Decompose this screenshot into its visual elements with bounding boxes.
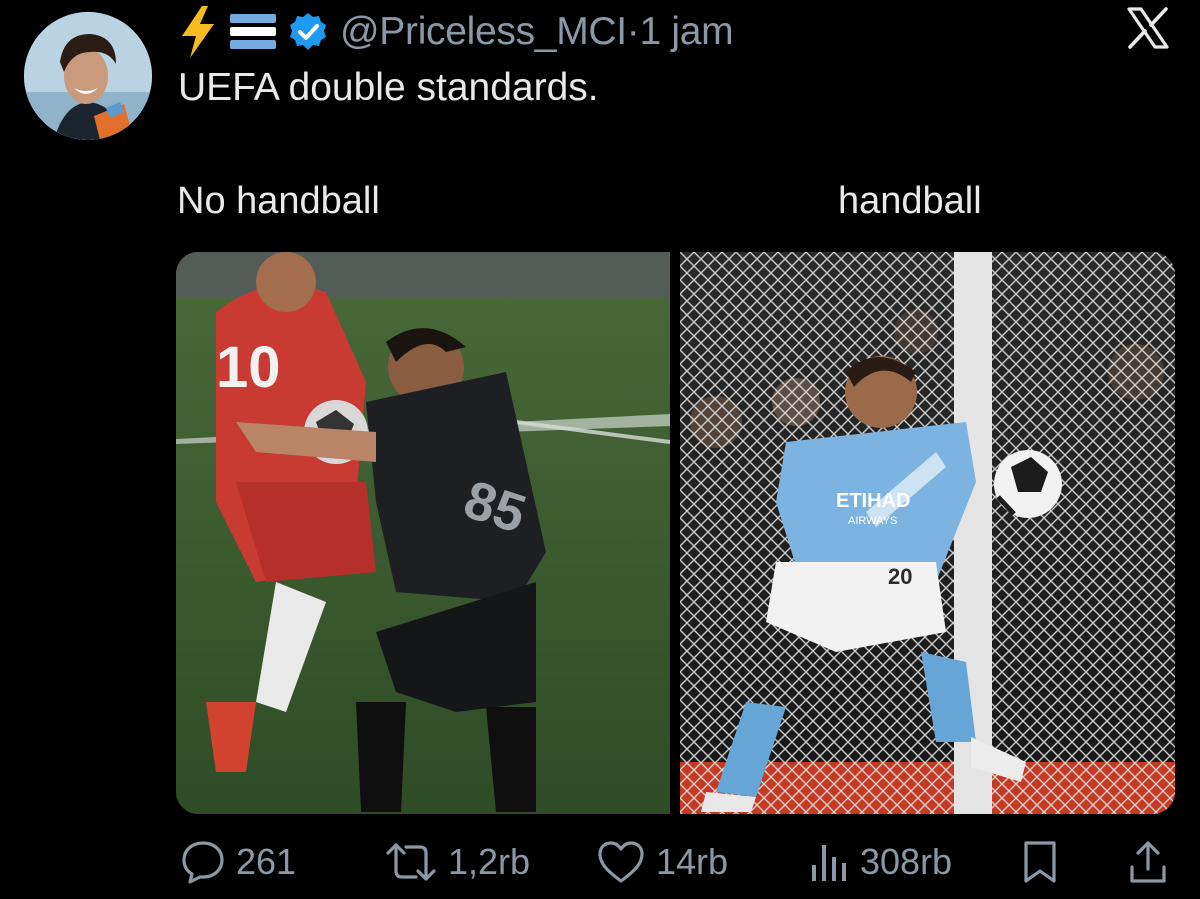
argentina-flag-icon — [230, 14, 276, 50]
right-caption: handball — [838, 180, 982, 222]
like-button[interactable]: 14rb — [596, 832, 728, 892]
x-logo-icon[interactable] — [1126, 6, 1170, 50]
lightning-icon — [178, 6, 218, 58]
reply-button[interactable]: 261 — [180, 832, 296, 892]
views-button[interactable]: 308rb — [808, 832, 952, 892]
post-text: UEFA double standards. — [178, 66, 599, 109]
reply-icon — [182, 841, 224, 884]
post-time[interactable]: 1 jam — [639, 10, 733, 53]
separator: · — [626, 10, 640, 53]
views-count: 308rb — [860, 841, 953, 882]
right-player-number: 20 — [888, 564, 912, 589]
repost-count: 1,2rb — [448, 841, 531, 882]
share-icon — [1130, 841, 1166, 883]
left-caption: No handball — [177, 180, 380, 222]
left-player-number: 10 — [216, 335, 281, 400]
share-button[interactable] — [1128, 832, 1168, 892]
post-media[interactable]: 10 85 ETIHAD AIRWAYS 20 — [176, 252, 1175, 814]
post-actions: 261 1,2rb 14rb 308rb — [0, 832, 1200, 892]
avatar-photo — [24, 12, 152, 140]
reply-count: 261 — [236, 841, 297, 882]
repost-button[interactable]: 1,2rb — [384, 832, 530, 892]
views-icon — [812, 845, 846, 881]
verified-badge-icon — [288, 12, 328, 52]
bookmark-icon — [1024, 841, 1056, 883]
avatar[interactable] — [24, 12, 152, 140]
author-handle[interactable]: @Priceless_MCI — [340, 10, 627, 53]
right-sponsor: ETIHAD — [836, 490, 910, 512]
like-count: 14rb — [656, 841, 729, 882]
bookmark-button[interactable] — [1020, 832, 1060, 892]
heart-icon — [598, 841, 644, 883]
left-photo: 10 85 — [176, 252, 671, 814]
right-sponsor-sub: AIRWAYS — [848, 515, 897, 527]
right-photo: ETIHAD AIRWAYS 20 — [680, 252, 1175, 814]
post-header: @Priceless_MCI·1 jam — [178, 4, 734, 60]
repost-icon — [386, 843, 436, 881]
